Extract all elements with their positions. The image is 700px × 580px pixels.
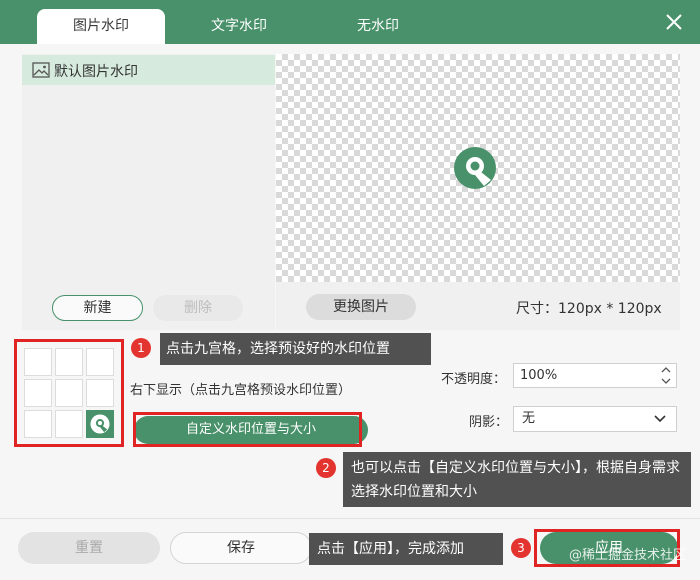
chevron-down-icon	[654, 415, 666, 423]
position-hint: 右下显示（点击九宫格预设水印位置）	[130, 383, 352, 398]
shadow-select[interactable]: 无	[513, 406, 677, 432]
step-number-1: 1	[131, 338, 151, 358]
opacity-value: 100%	[520, 368, 558, 383]
image-icon	[32, 62, 50, 78]
site-watermark: @稀土掘金技术社区	[568, 548, 686, 563]
save-button[interactable]: 保存	[170, 532, 312, 564]
change-image-button[interactable]: 更换图片	[306, 294, 416, 320]
highlight-box-grid	[14, 339, 124, 447]
image-size-text: 尺寸：120px * 120px	[516, 301, 662, 317]
step-number-3: 3	[511, 538, 531, 558]
close-icon[interactable]	[662, 10, 686, 34]
highlight-box-custom	[133, 412, 362, 447]
step-callout-1: 点击九宫格，选择预设好的水印位置	[160, 333, 431, 365]
shadow-value: 无	[522, 411, 536, 426]
opacity-label: 不透明度：	[441, 372, 507, 387]
list-item-default-watermark[interactable]: 默认图片水印	[22, 55, 275, 85]
new-button[interactable]: 新建	[52, 295, 143, 321]
opacity-stepper[interactable]: 100%	[513, 363, 677, 388]
tab-text-watermark[interactable]: 文字水印	[175, 9, 303, 44]
step-callout-2: 也可以点击【自定义水印位置与大小】，根据自身需求选择水印位置和大小	[343, 452, 691, 507]
delete-button[interactable]: 删除	[153, 295, 243, 321]
watermark-logo-icon	[454, 147, 496, 189]
list-item-label: 默认图片水印	[54, 64, 138, 80]
tab-image-watermark[interactable]: 图片水印	[37, 9, 165, 44]
footer-divider	[0, 518, 700, 519]
shadow-label: 阴影：	[469, 415, 509, 430]
tab-no-watermark[interactable]: 无水印	[314, 9, 442, 44]
step-number-2: 2	[316, 458, 336, 478]
spin-arrows-icon[interactable]	[660, 365, 672, 386]
watermark-list	[22, 54, 275, 330]
step-callout-3: 点击【应用】，完成添加	[309, 533, 503, 565]
reset-button[interactable]: 重置	[18, 532, 160, 564]
